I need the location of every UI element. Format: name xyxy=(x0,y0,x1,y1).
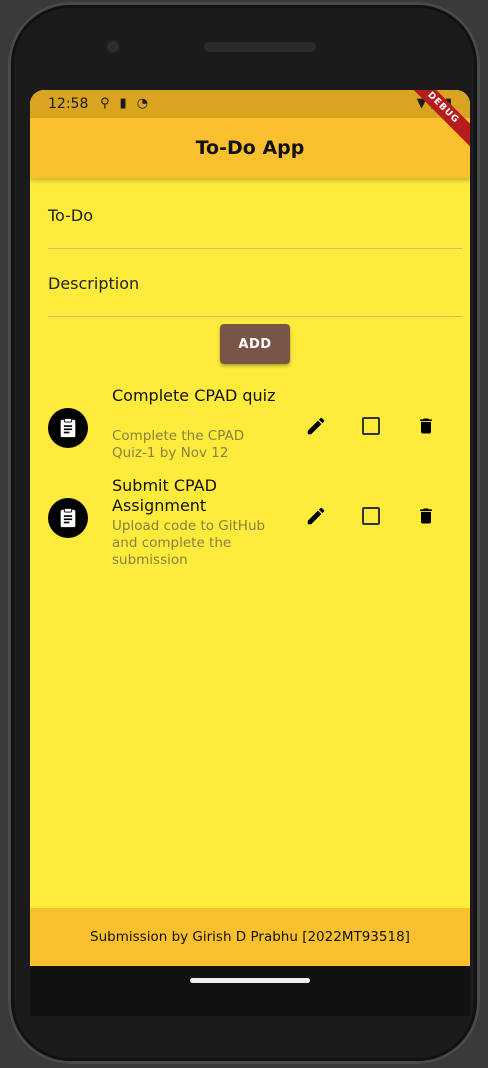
todo-title: Submit CPAD Assignment xyxy=(112,476,217,515)
description-input[interactable]: Description xyxy=(48,250,462,317)
todo-description: Complete the CPAD Quiz-1 by Nov 12 xyxy=(112,428,245,461)
done-checkbox[interactable] xyxy=(357,502,385,530)
list-item: Complete CPAD quiz Complete the CPAD Qui… xyxy=(30,386,470,480)
usb-icon: ⚲ xyxy=(100,96,110,111)
clipboard-icon xyxy=(48,498,88,538)
sync-icon: ◔ xyxy=(136,96,149,111)
done-checkbox[interactable] xyxy=(357,412,385,440)
add-button[interactable]: ADD xyxy=(220,324,290,364)
app-bar: To-Do App xyxy=(30,118,470,178)
todo-description: Upload code to GitHub and complete the s… xyxy=(112,518,266,568)
clipboard-icon xyxy=(48,408,88,448)
list-item: Submit CPAD Assignment Upload code to Gi… xyxy=(30,476,470,570)
app-screen: 12:58 ⚲ ▮ ◔ ▼ ◢ ▮ To-Do App DEBUG To-Do … xyxy=(30,90,470,966)
edit-icon[interactable] xyxy=(302,502,330,530)
todo-title: Complete CPAD quiz xyxy=(112,386,276,405)
status-icons-left: ⚲ ▮ ◔ xyxy=(100,96,148,111)
delete-icon[interactable] xyxy=(412,412,440,440)
edit-icon[interactable] xyxy=(302,412,330,440)
todo-input-label: To-Do xyxy=(48,206,94,225)
description-input-label: Description xyxy=(48,274,140,293)
home-gesture-bar[interactable] xyxy=(190,978,310,983)
todo-input[interactable]: To-Do xyxy=(48,182,462,249)
footer-text: Submission by Girish D Prabhu [2022MT935… xyxy=(90,929,410,945)
sd-card-icon: ▮ xyxy=(119,96,127,111)
system-nav-bar xyxy=(30,966,470,1016)
page-title: To-Do App xyxy=(195,137,305,159)
checkbox-outline-icon xyxy=(362,507,380,525)
camera-lens xyxy=(106,40,120,54)
checkbox-outline-icon xyxy=(362,417,380,435)
status-bar: 12:58 ⚲ ▮ ◔ ▼ ◢ ▮ xyxy=(30,90,470,118)
status-time: 12:58 xyxy=(48,96,89,112)
footer: Submission by Girish D Prabhu [2022MT935… xyxy=(30,908,470,966)
earpiece-speaker xyxy=(204,42,316,52)
delete-icon[interactable] xyxy=(412,502,440,530)
